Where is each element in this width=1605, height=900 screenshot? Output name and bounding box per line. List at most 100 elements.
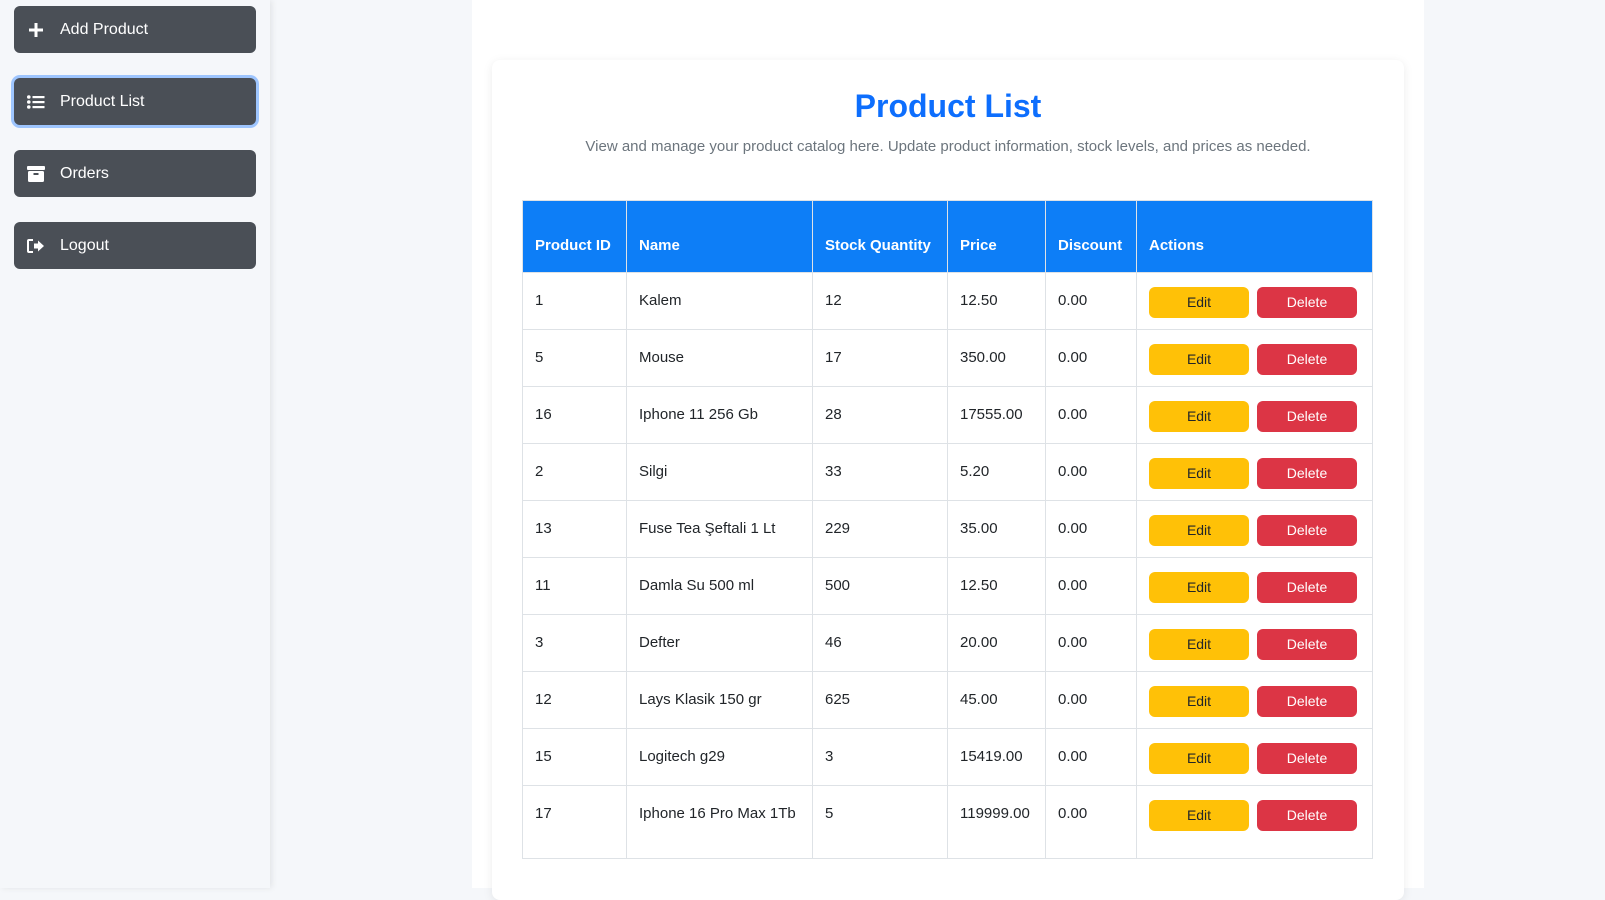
product-table: Product ID Name Stock Quantity Price Dis… [522,200,1373,859]
cell-actions: Edit Delete [1136,386,1373,444]
edit-button[interactable]: Edit [1149,287,1249,318]
cell-stock: 625 [812,671,948,729]
cell-product-id: 5 [522,329,627,387]
header-name: Name [626,200,813,273]
cell-name: Mouse [626,329,813,387]
cell-name: Lays Klasik 150 gr [626,671,813,729]
table-row: 5 Mouse 17 350.00 0.00 Edit Delete [522,329,1373,387]
page-title: Product List [854,88,1042,124]
cell-product-id: 15 [522,728,627,786]
delete-button[interactable]: Delete [1257,800,1357,831]
cell-product-id: 17 [522,785,627,859]
sidebar: Add Product Product List Orders Logout [0,0,270,888]
cell-name: Damla Su 500 ml [626,557,813,615]
plus-icon [26,21,46,39]
cell-price: 12.50 [947,272,1046,330]
edit-button[interactable]: Edit [1149,572,1249,603]
cell-price: 45.00 [947,671,1046,729]
table-row: 12 Lays Klasik 150 gr 625 45.00 0.00 Edit Dele… [522,671,1373,729]
edit-button[interactable]: Edit [1149,344,1249,375]
cell-product-id: 13 [522,500,627,558]
header-price: Price [947,200,1046,273]
cell-stock: 3 [812,728,948,786]
cell-name: Fuse Tea Şeftali 1 Lt [626,500,813,558]
delete-button[interactable]: Delete [1257,629,1357,660]
cell-name: Iphone 11 256 Gb [626,386,813,444]
edit-button[interactable]: Edit [1149,629,1249,660]
table-row: 11 Damla Su 500 ml 500 12.50 0.00 Edit Delete [522,557,1373,615]
table-body: 1 Kalem 12 12.50 0.00 Edit Delete 5 Mouse 17 350.0… [522,272,1373,859]
cell-name: Iphone 16 Pro Max 1Tb [626,785,813,859]
nav-label: Product List [60,92,145,110]
delete-button[interactable]: Delete [1257,344,1357,375]
table-row: 13 Fuse Tea Şeftali 1 Lt 229 35.00 0.00 Edit D… [522,500,1373,558]
logout-icon [26,237,46,255]
table-row: 1 Kalem 12 12.50 0.00 Edit Delete [522,272,1373,330]
header-actions: Actions [1136,200,1373,273]
cell-product-id: 12 [522,671,627,729]
edit-button[interactable]: Edit [1149,743,1249,774]
header-stock-quantity: Stock Quantity [812,200,948,273]
cell-name: Kalem [626,272,813,330]
cell-actions: Edit Delete [1136,272,1373,330]
page-subtitle: View and manage your product catalog her… [585,138,1311,155]
cell-price: 119999.00 [947,785,1046,859]
cell-stock: 17 [812,329,948,387]
table-row: 16 Iphone 11 256 Gb 28 17555.00 0.00 Edit Dele… [522,386,1373,444]
cell-price: 15419.00 [947,728,1046,786]
cell-price: 5.20 [947,443,1046,501]
cell-discount: 0.00 [1045,386,1137,444]
logout-button[interactable]: Logout [14,222,256,269]
cell-discount: 0.00 [1045,500,1137,558]
cell-actions: Edit Delete [1136,557,1373,615]
table-row: 17 Iphone 16 Pro Max 1Tb 5 119999.00 0.00 Edi… [522,785,1373,859]
add-product-button[interactable]: Add Product [14,6,256,53]
delete-button[interactable]: Delete [1257,515,1357,546]
cell-discount: 0.00 [1045,671,1137,729]
cell-actions: Edit Delete [1136,671,1373,729]
cell-discount: 0.00 [1045,272,1137,330]
cell-price: 350.00 [947,329,1046,387]
cell-discount: 0.00 [1045,728,1137,786]
nav-label: Logout [60,236,109,254]
cell-actions: Edit Delete [1136,500,1373,558]
cell-product-id: 3 [522,614,627,672]
cell-stock: 28 [812,386,948,444]
edit-button[interactable]: Edit [1149,515,1249,546]
cell-product-id: 16 [522,386,627,444]
list-icon [26,93,46,111]
edit-button[interactable]: Edit [1149,800,1249,831]
cell-stock: 33 [812,443,948,501]
delete-button[interactable]: Delete [1257,686,1357,717]
box-icon [26,165,46,183]
table-header-row: Product ID Name Stock Quantity Price Dis… [522,200,1373,273]
cell-discount: 0.00 [1045,443,1137,501]
cell-price: 20.00 [947,614,1046,672]
cell-stock: 500 [812,557,948,615]
edit-button[interactable]: Edit [1149,458,1249,489]
nav-label: Orders [60,164,109,182]
cell-stock: 5 [812,785,948,859]
cell-stock: 12 [812,272,948,330]
table-row: 3 Defter 46 20.00 0.00 Edit Delete [522,614,1373,672]
cell-stock: 229 [812,500,948,558]
edit-button[interactable]: Edit [1149,401,1249,432]
cell-actions: Edit Delete [1136,785,1373,859]
cell-actions: Edit Delete [1136,443,1373,501]
cell-product-id: 1 [522,272,627,330]
delete-button[interactable]: Delete [1257,401,1357,432]
nav-label: Add Product [60,20,149,38]
orders-button[interactable]: Orders [14,150,256,197]
delete-button[interactable]: Delete [1257,458,1357,489]
cell-price: 17555.00 [947,386,1046,444]
product-list-button[interactable]: Product List [14,78,256,125]
cell-product-id: 2 [522,443,627,501]
cell-name: Logitech g29 [626,728,813,786]
delete-button[interactable]: Delete [1257,572,1357,603]
cell-discount: 0.00 [1045,329,1137,387]
header-product-id: Product ID [522,200,627,273]
delete-button[interactable]: Delete [1257,287,1357,318]
edit-button[interactable]: Edit [1149,686,1249,717]
cell-actions: Edit Delete [1136,728,1373,786]
delete-button[interactable]: Delete [1257,743,1357,774]
